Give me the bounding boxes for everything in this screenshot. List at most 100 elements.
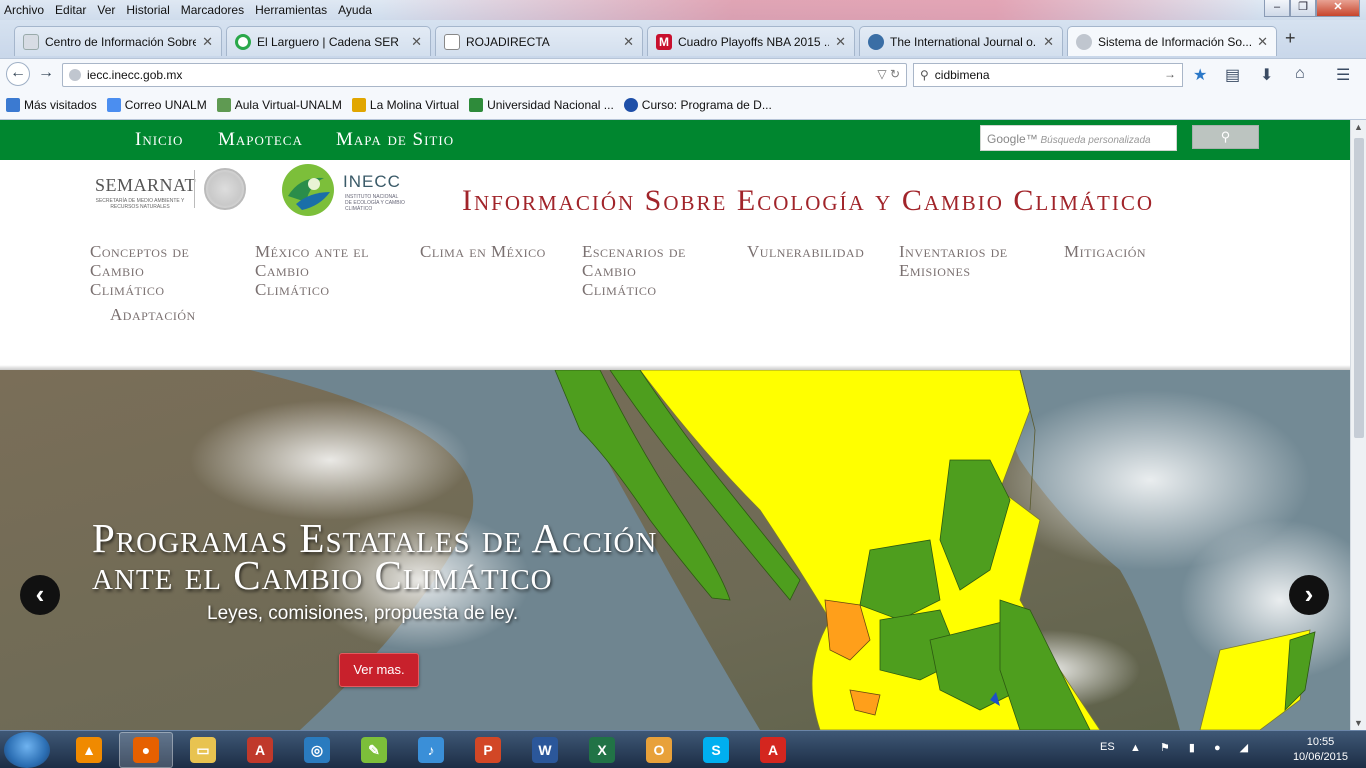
taskbar-button-excel[interactable]: X: [575, 732, 629, 768]
minimize-button[interactable]: –: [1264, 0, 1290, 17]
bookmarks-menu-icon[interactable]: ▤: [1225, 65, 1240, 85]
taskbar-button-acrobat[interactable]: A: [746, 732, 800, 768]
document-icon: [23, 33, 39, 50]
tab-international-journal[interactable]: The International Journal o... ✕: [859, 26, 1063, 56]
magnifier-icon: ⚲: [1220, 129, 1231, 144]
nav-adaptacion[interactable]: Adaptación: [110, 305, 196, 324]
carousel-prev-button[interactable]: ‹: [20, 575, 60, 615]
tray-icons[interactable]: ▲ ⚑ ▮ ● ◢: [1130, 741, 1256, 754]
nav-conceptos[interactable]: Conceptos de Cambio Climático: [90, 242, 189, 299]
menu-archivo[interactable]: Archivo: [4, 3, 44, 17]
bookmark-correo-unalm[interactable]: Correo UNALM: [106, 97, 207, 112]
bookmark-label: Más visitados: [24, 97, 97, 112]
taskbar-button-itunes[interactable]: ♪: [404, 732, 458, 768]
clock-time: 10:55: [1306, 736, 1335, 748]
nav-mapoteca-link[interactable]: Mapoteca: [218, 129, 303, 151]
tab-centro-informacion[interactable]: Centro de Información Sobre D... ✕: [14, 26, 222, 56]
scroll-down-icon[interactable]: ▼: [1354, 718, 1363, 728]
url-dropdown-reload-icon[interactable]: ▽ ↻: [877, 67, 900, 81]
taskbar-button-firefox[interactable]: ●: [119, 732, 173, 768]
ver-mas-button[interactable]: Ver mas.: [339, 653, 419, 687]
taskbar-button-search-tool[interactable]: ◎: [290, 732, 344, 768]
taskbar-button-explorer[interactable]: ▭: [176, 732, 230, 768]
nav-inicio-link[interactable]: Inicio: [135, 129, 183, 151]
menu-hamburger-icon[interactable]: ☰: [1336, 65, 1350, 85]
site-identity-icon[interactable]: [69, 69, 81, 81]
inecc-subtitle: INSTITUTO NACIONAL DE ECOLOGÍA Y CAMBIO …: [345, 194, 405, 212]
bookmark-universidad-nacional[interactable]: Universidad Nacional ...: [469, 97, 614, 112]
tab-label: ROJADIRECTA: [466, 34, 550, 49]
taskbar-button-camtasia[interactable]: ✎: [347, 732, 401, 768]
chevron-left-icon: ‹: [35, 579, 45, 609]
tab-close-icon[interactable]: ✕: [623, 34, 634, 50]
menu-historial[interactable]: Historial: [126, 3, 169, 17]
excel-icon: X: [589, 737, 615, 763]
menu-herramientas[interactable]: Herramientas: [255, 3, 327, 17]
language-indicator[interactable]: ES: [1100, 741, 1115, 753]
forward-arrow-icon[interactable]: →: [38, 64, 54, 82]
tab-rojadirecta[interactable]: ROJADIRECTA ✕: [435, 26, 643, 56]
outlook-icon: O: [646, 737, 672, 763]
site-search-button[interactable]: ⚲: [1192, 125, 1259, 149]
tab-el-larguero[interactable]: El Larguero | Cadena SER ✕: [226, 26, 431, 56]
tab-close-icon[interactable]: ✕: [1257, 34, 1268, 50]
tab-close-icon[interactable]: ✕: [411, 34, 422, 50]
tab-close-icon[interactable]: ✕: [202, 34, 213, 50]
new-tab-icon[interactable]: +: [1285, 28, 1296, 49]
scroll-thumb[interactable]: [1354, 138, 1364, 438]
bookmark-label: La Molina Virtual: [369, 97, 460, 112]
search-bar[interactable]: ⚲ cidbimena →: [913, 63, 1183, 87]
tab-playoffs-nba[interactable]: M Cuadro Playoffs NBA 2015 ... ✕: [647, 26, 855, 56]
home-icon[interactable]: ⌂: [1295, 65, 1305, 83]
restore-button[interactable]: ❐: [1290, 0, 1316, 17]
bookmark-aula-virtual[interactable]: Aula Virtual-UNALM: [216, 97, 342, 112]
tab-sistema-informacion[interactable]: Sistema de Información So... ✕: [1067, 26, 1277, 56]
taskbar-button-outlook[interactable]: O: [632, 732, 686, 768]
nav-label-line: Cambio: [255, 261, 310, 280]
url-bar[interactable]: iecc.inecc.gob.mx ▽ ↻: [62, 63, 907, 87]
nav-vulnerabilidad[interactable]: Vulnerabilidad: [747, 242, 864, 261]
menu-marcadores[interactable]: Marcadores: [181, 3, 244, 17]
nav-mapa-sitio-link[interactable]: Mapa de Sitio: [336, 129, 454, 151]
tab-close-icon[interactable]: ✕: [1043, 34, 1054, 50]
nav-escenarios[interactable]: Escenarios de Cambio Climático: [582, 242, 686, 299]
bookmark-la-molina-virtual[interactable]: La Molina Virtual: [351, 97, 460, 112]
menu-ver[interactable]: Ver: [97, 3, 115, 17]
menu-editar[interactable]: Editar: [55, 3, 86, 17]
start-button-icon[interactable]: [4, 732, 50, 768]
taskbar-button-autocad[interactable]: A: [233, 732, 287, 768]
google-brand-text: Google™: [987, 132, 1038, 146]
nav-mitigacion[interactable]: Mitigación: [1064, 242, 1146, 261]
downloads-icon[interactable]: ⬇: [1260, 65, 1273, 85]
clock[interactable]: 10:55 10/06/2015: [1293, 735, 1348, 765]
carousel-next-button[interactable]: ›: [1289, 575, 1329, 615]
rojadirecta-icon: [444, 33, 460, 50]
semarnat-logo[interactable]: SEMARNAT SECRETARÍA DE MEDIO AMBIENTE Y …: [95, 175, 196, 210]
taskbar-button-powerpoint[interactable]: P: [461, 732, 515, 768]
close-window-button[interactable]: ✕: [1316, 0, 1360, 17]
site-search-input[interactable]: Google™ Búsqueda personalizada: [980, 125, 1177, 151]
menu-ayuda[interactable]: Ayuda: [338, 3, 372, 17]
back-arrow-icon[interactable]: ←: [6, 62, 30, 86]
itunes-icon: ♪: [418, 737, 444, 763]
search-go-icon[interactable]: →: [1164, 67, 1176, 81]
bookmark-label: Universidad Nacional ...: [487, 97, 614, 112]
bookmark-curso-programa[interactable]: Curso: Programa de D...: [623, 97, 772, 112]
scroll-up-icon[interactable]: ▲: [1354, 122, 1363, 132]
hero-title-line-2: ante el Cambio Climático: [92, 552, 553, 598]
nav-mexico-ante[interactable]: México ante el Cambio Climático: [255, 242, 369, 299]
bookmark-star-icon[interactable]: ★: [1193, 65, 1207, 85]
google-icon: [106, 97, 121, 112]
nav-label-line: Climático: [90, 280, 165, 299]
taskbar-button-skype[interactable]: S: [689, 732, 743, 768]
nav-inventarios[interactable]: Inventarios de Emisiones: [899, 242, 1008, 280]
taskbar-button-word[interactable]: W: [518, 732, 572, 768]
tab-close-icon[interactable]: ✕: [835, 34, 846, 50]
taskbar-button-vlc[interactable]: ▲: [62, 732, 116, 768]
nav-label-line: Adaptación: [110, 305, 196, 324]
page-scrollbar[interactable]: ▲ ▼: [1350, 120, 1366, 730]
nav-label-line: Climático: [255, 280, 330, 299]
nav-label-line: Clima en México: [420, 242, 546, 261]
nav-clima-mexico[interactable]: Clima en México: [420, 242, 546, 261]
bookmark-mas-visitados[interactable]: Más visitados: [6, 97, 97, 112]
